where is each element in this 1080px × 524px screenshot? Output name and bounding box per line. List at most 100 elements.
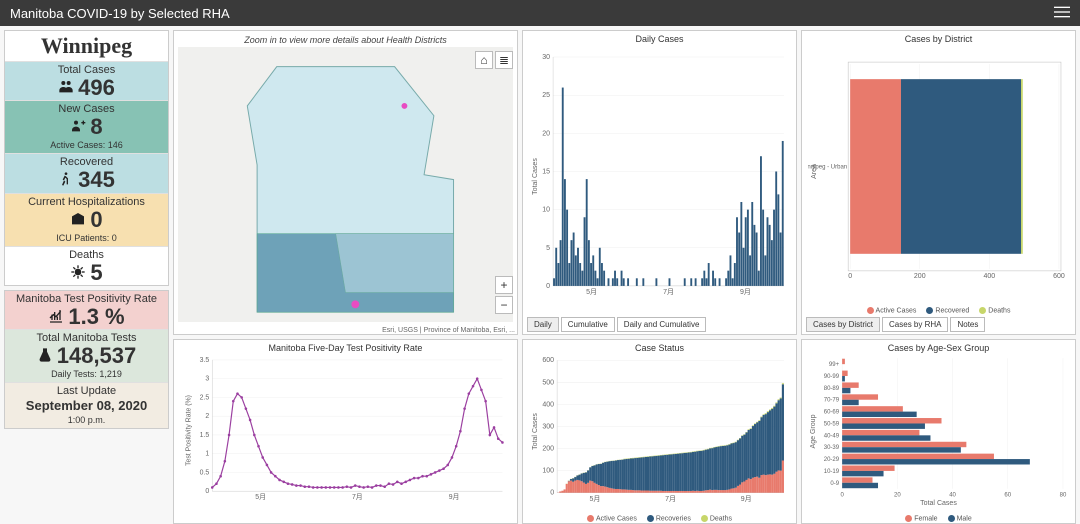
region-name: Winnipeg [5,31,168,62]
by-district-legend: Active Cases Recovered Deaths [802,307,1075,314]
active-cases-sub: Active Cases: 146 [5,139,168,153]
positivity-chart: 00.511.522.533.55月7月9月Test Positivity Ra… [180,354,511,507]
svg-text:Total Cases: Total Cases [532,158,539,195]
hospital-icon [70,208,86,232]
svg-text:0: 0 [840,493,844,499]
svg-text:25: 25 [542,92,550,99]
svg-text:99+: 99+ [829,362,840,368]
svg-text:20-29: 20-29 [824,457,840,463]
new-cases-value: 8 [90,115,102,139]
svg-text:2.5: 2.5 [200,394,210,401]
total-tests-label: Total Manitoba Tests [5,330,168,344]
last-update-date: September 08, 2020 [5,397,168,414]
last-update-label: Last Update [5,383,168,397]
age-sex-legend: Female Male [802,515,1075,522]
svg-text:20: 20 [894,493,901,499]
map-attribution: Esri, USGS | Province of Manitoba, Esri,… [382,327,515,334]
svg-text:400: 400 [984,273,996,280]
by-district-panel: Cases by District 0200400600AreaWinnipeg… [801,30,1076,335]
svg-text:7月: 7月 [663,288,674,296]
svg-text:5月: 5月 [589,495,600,503]
svg-text:60-69: 60-69 [824,410,840,416]
svg-text:80-89: 80-89 [824,386,840,392]
stats-panel-primary: Winnipeg Total Cases 496 New Cases 8 Act… [4,30,169,286]
svg-text:50-59: 50-59 [824,421,840,427]
svg-text:2: 2 [205,413,209,420]
svg-text:600: 600 [1053,273,1065,280]
walking-icon [58,168,74,192]
svg-text:10: 10 [542,207,550,214]
deaths-value: 5 [90,261,102,285]
svg-text:200: 200 [542,446,554,453]
virus-icon [70,261,86,285]
svg-text:Test Positivity Rate (%): Test Positivity Rate (%) [186,395,193,466]
daily-tests-sub: Daily Tests: 1,219 [5,368,168,382]
daily-cases-chart: 0510152025305月7月9月Total Cases [529,45,790,308]
svg-text:7月: 7月 [665,495,676,503]
svg-text:600: 600 [542,357,554,364]
tab-notes[interactable]: Notes [950,317,985,332]
svg-text:300: 300 [542,423,554,430]
svg-text:30: 30 [542,54,550,61]
by-district-chart: 0200400600AreaWinnipeg - Urban [808,45,1069,298]
group-icon [58,76,74,100]
svg-text:100: 100 [542,468,554,475]
svg-text:0: 0 [546,283,550,290]
recovered-label: Recovered [5,154,168,168]
person-plus-icon [70,115,86,139]
page-title: Manitoba COVID-19 by Selected RHA [10,6,230,21]
zoom-in-button[interactable]: + [495,276,513,294]
svg-text:0: 0 [205,488,209,495]
svg-text:200: 200 [914,273,926,280]
tab-by-rha[interactable]: Cases by RHA [882,317,948,332]
svg-text:Winnipeg - Urban: Winnipeg - Urban [808,164,847,170]
svg-text:Total Cases: Total Cases [920,500,957,507]
home-button[interactable]: ⌂ [475,51,493,69]
positivity-label: Manitoba Test Positivity Rate [5,291,168,305]
new-cases-label: New Cases [5,101,168,115]
map-panel: Zoom in to view more details about Healt… [173,30,518,335]
svg-text:0-9: 0-9 [830,481,839,487]
trend-icon [48,305,64,329]
svg-text:Total Cases: Total Cases [532,413,539,450]
daily-cases-panel: Daily Cases 0510152025305月7月9月Total Case… [522,30,797,335]
layers-button[interactable]: ≣ [495,51,513,69]
positivity-panel: Manitoba Five-Day Test Positivity Rate 0… [173,339,518,524]
svg-text:9月: 9月 [449,493,460,501]
tab-cumulative[interactable]: Cumulative [561,317,615,332]
menu-icon[interactable] [1054,4,1070,23]
total-cases-value: 496 [78,76,115,100]
zoom-out-button[interactable]: − [495,296,513,314]
tab-daily-cumulative[interactable]: Daily and Cumulative [617,317,707,332]
case-status-chart: 01002003004005006005月7月9月Total Cases [529,354,790,509]
svg-text:9月: 9月 [741,495,752,503]
total-cases-label: Total Cases [5,62,168,76]
svg-text:3: 3 [205,376,209,383]
flask-icon [37,344,53,368]
last-update-time: 1:00 p.m. [5,414,168,428]
map-canvas[interactable] [178,47,513,322]
positivity-value: 1.3 % [68,305,124,329]
svg-text:5月: 5月 [255,493,266,501]
hospital-label: Current Hospitalizations [5,194,168,208]
total-tests-value: 148,537 [57,344,137,368]
age-sex-panel: Cases by Age-Sex Group 020406080Total Ca… [801,339,1076,524]
tab-daily[interactable]: Daily [527,317,559,332]
svg-text:0: 0 [848,273,852,280]
svg-text:0: 0 [550,490,554,497]
svg-text:1.5: 1.5 [200,432,210,439]
svg-text:1: 1 [205,451,209,458]
svg-text:40: 40 [949,493,956,499]
svg-text:9月: 9月 [740,288,751,296]
icu-sub: ICU Patients: 0 [5,232,168,246]
by-district-tabs: Cases by District Cases by RHA Notes [806,317,985,332]
svg-text:7月: 7月 [352,493,363,501]
age-sex-chart: 020406080Total CasesAge Group99+90-9980-… [808,354,1069,509]
svg-text:20: 20 [542,130,550,137]
svg-text:40-49: 40-49 [824,433,840,439]
svg-text:3.5: 3.5 [200,357,210,364]
svg-text:5: 5 [546,245,550,252]
case-status-legend: Active Cases Recoveries Deaths [523,515,796,522]
tab-by-district[interactable]: Cases by District [806,317,880,332]
svg-text:500: 500 [542,379,554,386]
